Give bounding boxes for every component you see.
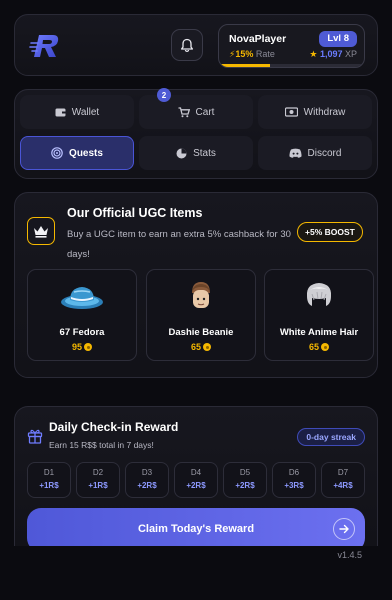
xp-progress-bar (219, 64, 364, 67)
tab-discord-label: Discord (307, 147, 342, 159)
streak-badge: 0-day streak (297, 428, 365, 446)
white-hair-icon (265, 278, 373, 314)
claim-reward-button[interactable]: Claim Today's Reward (27, 508, 365, 546)
fedora-hat-icon (28, 278, 136, 314)
level-badge: Lvl 8 (319, 31, 357, 47)
arrow-right-icon (333, 518, 355, 540)
ugc-items-panel: Our Official UGC Items Buy a UGC item to… (14, 192, 378, 378)
day-reward: D4 +2R$ (174, 462, 218, 498)
notifications-button[interactable] (171, 29, 203, 61)
item-name: White Anime Hair (279, 327, 359, 338)
username: NovaPlayer (229, 33, 287, 45)
tab-stats[interactable]: Stats (139, 136, 253, 170)
r-logo-icon[interactable] (29, 29, 63, 63)
wallet-icon (55, 108, 66, 117)
target-icon (51, 147, 63, 159)
tab-wallet-label: Wallet (71, 106, 100, 118)
ugc-description: Buy a UGC item to earn an extra 5% cashb… (67, 229, 291, 260)
item-price: 95 (28, 342, 136, 352)
boost-badge: +5% BOOST (297, 222, 363, 242)
app-version: v1.4.5 (337, 550, 362, 560)
gift-icon (27, 429, 43, 444)
coin-icon (203, 343, 211, 351)
item-name: 67 Fedora (59, 327, 105, 338)
day-reward: D5 +2R$ (223, 462, 267, 498)
tab-stats-label: Stats (193, 147, 216, 159)
bell-icon (180, 38, 194, 52)
daily-subtitle: Earn 15 R$$ total in 7 days! (49, 440, 154, 450)
coin-icon (321, 343, 329, 351)
cart-icon (178, 106, 190, 117)
tab-cart[interactable]: Cart 2 (139, 88, 253, 129)
profile-card[interactable]: NovaPlayer Lvl 8 ⚡15% Rate ★ 1,097 XP (218, 24, 365, 68)
avatar-head-beanie-icon (147, 278, 255, 314)
daily-checkin-panel: Daily Check-in Reward Earn 15 R$$ total … (14, 406, 378, 546)
coin-icon (84, 343, 92, 351)
xp-count: ★ 1,097 XP (309, 49, 357, 59)
daily-title: Daily Check-in Reward (49, 420, 179, 434)
tab-cart-label: Cart (195, 106, 215, 118)
discord-icon (289, 148, 302, 158)
ugc-item-card[interactable]: White Anime Hair 65 (264, 269, 374, 361)
day-reward: D2 +1R$ (76, 462, 120, 498)
top-header: NovaPlayer Lvl 8 ⚡15% Rate ★ 1,097 XP (14, 14, 378, 76)
crown-icon (27, 217, 55, 245)
xp-progress-fill (219, 64, 270, 67)
claim-reward-label: Claim Today's Reward (137, 523, 255, 535)
day-reward: D6 +3R$ (272, 462, 316, 498)
tab-withdraw[interactable]: Withdraw (258, 95, 372, 129)
item-price: 65 (265, 342, 373, 352)
day-reward: D3 +2R$ (125, 462, 169, 498)
ugc-item-card[interactable]: Dashie Beanie 65 (146, 269, 256, 361)
tab-quests[interactable]: Quests (20, 136, 134, 170)
item-price: 65 (147, 342, 255, 352)
day-reward: D7 +4R$ (321, 462, 365, 498)
tab-withdraw-label: Withdraw (303, 106, 346, 118)
cart-count-badge: 2 (157, 88, 171, 102)
day-reward: D1 +1R$ (27, 462, 71, 498)
tab-quests-label: Quests (69, 147, 103, 159)
ugc-title: Our Official UGC Items (67, 206, 203, 220)
cashback-rate: ⚡15% Rate (229, 49, 275, 59)
main-nav: Wallet Cart 2 Withdraw Quests Stats Disc… (14, 88, 378, 179)
pie-chart-icon (176, 148, 187, 158)
money-icon (284, 107, 298, 117)
tab-discord[interactable]: Discord (258, 136, 372, 170)
star-icon: ★ (309, 49, 318, 59)
tab-wallet[interactable]: Wallet (20, 95, 134, 129)
ugc-item-card[interactable]: 67 Fedora 95 (27, 269, 137, 361)
item-name: Dashie Beanie (168, 327, 234, 338)
